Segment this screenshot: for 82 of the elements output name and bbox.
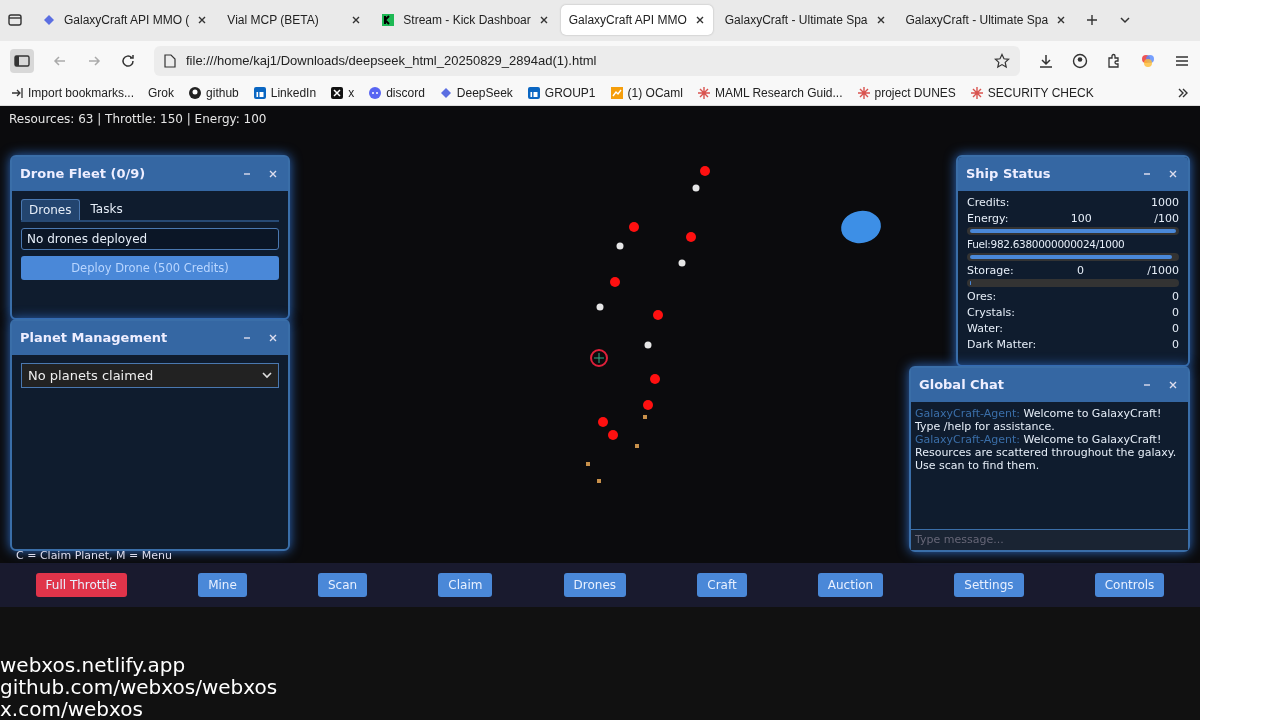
account-icon[interactable] (1072, 52, 1088, 69)
close-icon[interactable] (197, 15, 208, 26)
stat-label: Storage: (967, 262, 1014, 278)
browser-tab[interactable]: GalaxyCraft - Ultimate Spa (716, 5, 894, 36)
bookmark-link[interactable]: MAML Research Guid... (696, 85, 843, 100)
stat-value: 0 (1172, 288, 1179, 304)
download-icon[interactable] (1038, 52, 1054, 69)
starburst-icon (696, 85, 711, 100)
bookmark-link[interactable]: (1) OCaml (609, 85, 683, 100)
sidebar-icon[interactable] (10, 48, 34, 73)
stat-label: Water: (967, 320, 1004, 336)
bookmark-link[interactable]: Grok (148, 85, 175, 100)
panel-title: Drone Fleet (0/9) (20, 166, 147, 182)
starburst-icon (969, 85, 984, 100)
chart-icon (609, 85, 624, 100)
footer-link[interactable]: github.com/webxos/webxos (0, 676, 1200, 698)
panel-tab[interactable]: Drones (21, 198, 80, 220)
chevron-down-icon (262, 370, 272, 381)
linkedin-icon (252, 85, 267, 100)
extensions-icon[interactable] (1106, 52, 1122, 69)
keyboard-hint: C = Claim Planet, M = Menu (16, 548, 172, 562)
close-icon[interactable] (1056, 15, 1067, 26)
starburst-icon (856, 85, 871, 100)
tab-list-icon[interactable] (8, 13, 22, 28)
stat-max: /1000 (1147, 262, 1179, 278)
footer-link[interactable]: x.com/webxos (0, 698, 1200, 720)
close-icon[interactable] (538, 15, 549, 26)
file-icon (164, 53, 176, 68)
address-bar[interactable]: file:///home/kaj1/Downloads/deepseek_html_20250829_2894ad(1).html (154, 45, 1020, 76)
panel-title: Planet Management (20, 330, 169, 346)
chat-message: GalaxyCraft-Agent: Welcome to GalaxyCraft! Type /help for assistance. (915, 406, 1163, 433)
panel-tab[interactable]: Tasks (83, 198, 130, 220)
stat-value: 0 (1172, 304, 1179, 320)
browser-tab[interactable]: Stream - Kick Dashboar (373, 5, 557, 36)
stat-value: 0 (1172, 320, 1179, 336)
stat-value: 100 (1069, 210, 1093, 226)
chat-message: GalaxyCraft-Agent: Welcome to GalaxyCraft! Resources are scattered throughout the galaxy. Use scan to find them. (915, 432, 1178, 472)
stat-label: Credits: (967, 194, 1010, 210)
stat-label: Energy: (967, 210, 1009, 226)
chat-input-field[interactable]: Type message... (911, 528, 1188, 550)
import-icon (10, 85, 24, 100)
stat-label: Ores: (967, 288, 997, 304)
bookmark-link[interactable]: project DUNES (856, 85, 956, 100)
bookmark-link[interactable]: GROUP1 (526, 85, 596, 100)
planet-dropdown[interactable]: No planets claimed (21, 362, 279, 388)
logo-icon (42, 13, 56, 28)
drone-list: No drones deployed (21, 227, 279, 250)
discord-icon (368, 85, 383, 100)
browser-tab[interactable]: GalaxyCraft - Ultimate Spa (897, 5, 1075, 36)
browser-tab[interactable]: Vial MCP (BETA) (219, 5, 370, 36)
bookmark-link[interactable]: DeepSeek (438, 85, 513, 100)
status-readout: Resources: 63 | Throttle: 150 | Energy: 100 (9, 111, 267, 126)
panel-title: Global Chat (919, 377, 1005, 393)
stat-label: Dark Matter: (967, 336, 1037, 352)
stat-value: 1000 (1151, 194, 1179, 210)
close-icon[interactable] (694, 15, 705, 26)
x-logo-icon (330, 85, 345, 100)
action-button[interactable]: Full Throttle (35, 573, 127, 597)
footer-link[interactable]: webxos.netlify.app (0, 654, 1200, 676)
panel-title: Ship Status (966, 166, 1052, 182)
bookmark-link[interactable]: Import bookmarks... (10, 85, 135, 100)
plus-icon[interactable] (1086, 14, 1099, 27)
bookmark-link[interactable]: github (188, 85, 239, 100)
linkedin-icon (526, 85, 541, 100)
bookmark-link[interactable]: SECURITY CHECK (969, 85, 1094, 100)
browser-tab[interactable]: GalaxyCraft API MMO ( (34, 5, 216, 36)
stat-value: 0 (1076, 262, 1085, 278)
bookmark-link[interactable]: discord (368, 85, 425, 100)
bookmark-link[interactable]: LinkedIn (252, 85, 317, 100)
close-icon[interactable] (351, 15, 362, 26)
browser-tab[interactable]: GalaxyCraft API MMO (560, 5, 713, 36)
stat-label: Crystals: (967, 304, 1015, 320)
logo-icon (381, 13, 396, 28)
close-icon[interactable] (875, 15, 886, 26)
bookmark-star-icon[interactable] (994, 52, 1010, 69)
stat-max: /100 (1154, 210, 1179, 226)
stat-value: 0 (1172, 336, 1179, 352)
fuel-readout: Fuel:982.6380000000024/1000 (967, 236, 1126, 252)
colorful-logo-icon[interactable] (1140, 52, 1156, 69)
github-icon (188, 85, 203, 100)
reload-icon[interactable] (120, 52, 136, 69)
bookmark-link[interactable]: x (330, 85, 355, 100)
